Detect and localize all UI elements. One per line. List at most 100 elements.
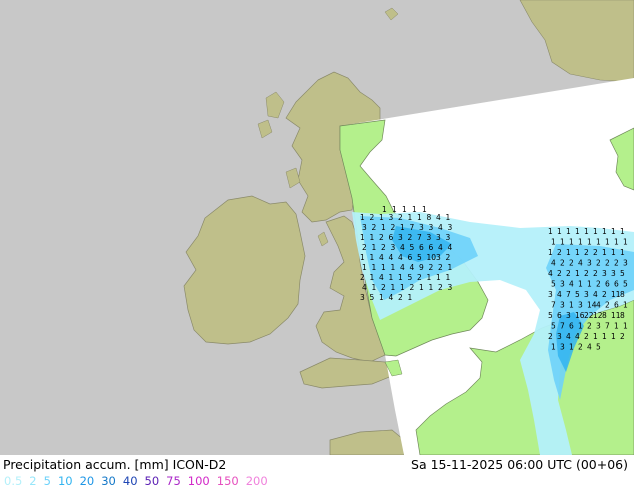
precip-value-label: 4: [557, 290, 562, 299]
precip-value-label: 1: [551, 343, 556, 352]
precip-value-label: 3: [584, 290, 589, 299]
precip-value-label: 3: [602, 269, 607, 278]
precip-value-label: 8: [620, 311, 625, 320]
precip-value-label: 2: [438, 263, 443, 272]
precip-value-label: 4: [400, 263, 405, 272]
precip-value-label: 4: [551, 259, 556, 268]
precip-value-label: 1: [602, 248, 607, 257]
precip-value-label: 2: [429, 263, 434, 272]
precip-value-label: 3: [560, 343, 565, 352]
color-legend: 0.5 2 5 10 20 30 40 50 75 100 150 200: [4, 474, 275, 488]
precipitation-map: 1 2 1 3 2 1 1 8 4 13 2 1 2 1 7 3 3 4 31 1 2 6 3 2 7 3 3 32 1 2 3 4 5 6 6 4 4…: [0, 0, 634, 455]
precip-value-label: 1: [372, 283, 377, 292]
precip-value-label: 1: [587, 280, 592, 289]
legend-item: 5: [43, 474, 51, 488]
precip-value-label: 7: [417, 233, 422, 242]
precip-value-label: 5: [575, 290, 580, 299]
precip-value-label: 2: [372, 223, 377, 232]
precip-value-label: 2: [584, 332, 589, 341]
precip-value-label: 1: [593, 227, 598, 236]
precip-value-label: 1: [623, 238, 628, 247]
precip-value-label: 1: [370, 233, 375, 242]
precip-value-label: 2: [391, 223, 396, 232]
precip-value-label: 1: [370, 273, 375, 282]
precip-value-label: 3: [398, 233, 403, 242]
precip-value-label: 2: [569, 259, 574, 268]
precip-value-label: 5: [623, 280, 628, 289]
precip-value-label: 9: [419, 263, 424, 272]
precip-value-label: 2: [398, 213, 403, 222]
precip-value-label: 1: [446, 273, 451, 282]
precip-value-label: 1: [389, 273, 394, 282]
precip-value-label: 3: [560, 301, 565, 310]
precip-value-label: 1: [569, 343, 574, 352]
precip-value-label: 2: [548, 332, 553, 341]
precip-value-label: 6: [569, 322, 574, 331]
precip-value-label: 8: [427, 213, 432, 222]
precip-value-label: 3: [389, 213, 394, 222]
precip-value-label: 3: [446, 233, 451, 242]
precip-value-label: 1: [611, 227, 616, 236]
precip-value-label: 6: [614, 301, 619, 310]
precip-value-label: 3: [557, 332, 562, 341]
legend-item: 100: [187, 474, 210, 488]
precip-value-label: 3: [419, 223, 424, 232]
precip-value-label: 3: [429, 223, 434, 232]
precip-value-label: 2: [362, 243, 367, 252]
precip-value-label: 1: [569, 301, 574, 310]
precip-value-label: 3: [436, 253, 441, 262]
precip-value-label: 1: [611, 332, 616, 341]
precip-value-label: 7: [410, 223, 415, 232]
precip-value-label: 1: [408, 213, 413, 222]
precip-value-label: 1: [593, 332, 598, 341]
precip-value-label: 2: [605, 259, 610, 268]
precip-value-label: 2: [620, 332, 625, 341]
precip-value-label: 6: [605, 280, 610, 289]
precip-value-label: 7: [551, 301, 556, 310]
precip-value-label: 3: [391, 243, 396, 252]
precip-value-label: 2: [410, 283, 415, 292]
legend-item: 10: [57, 474, 73, 488]
precip-value-label: 2: [408, 233, 413, 242]
precip-value-label: 2: [557, 269, 562, 278]
precip-value-label: 3: [362, 223, 367, 232]
precip-value-label: 1: [379, 213, 384, 222]
precip-value-label: 1: [448, 263, 453, 272]
precip-value-label: 5: [551, 280, 556, 289]
precip-value-label: 3: [611, 269, 616, 278]
legend-item: 75: [166, 474, 181, 488]
precip-value-label: 3: [596, 322, 601, 331]
precip-value-label: 4: [448, 243, 453, 252]
precip-value-label: 1: [398, 273, 403, 282]
precip-value-label: 4: [593, 290, 598, 299]
precip-value-label: 1: [623, 322, 628, 331]
precip-value-label: 1: [575, 248, 580, 257]
precip-value-label: 1: [602, 332, 607, 341]
precip-value-label: 1: [362, 263, 367, 272]
precip-value-label: 1: [400, 283, 405, 292]
precip-value-label: 3: [548, 290, 553, 299]
precip-value-label: 1: [402, 205, 407, 214]
precip-value-label: 4: [438, 243, 443, 252]
precip-value-label: 1: [578, 280, 583, 289]
precip-value-label: 1: [620, 227, 625, 236]
precip-value-label: 2: [560, 259, 565, 268]
precip-value-label: 5: [408, 273, 413, 282]
precip-value-label: 4: [379, 273, 384, 282]
precip-value-label: 3: [587, 259, 592, 268]
precip-value-label: 6: [557, 311, 562, 320]
precip-value-label: 4: [410, 263, 415, 272]
legend-item: 40: [122, 474, 138, 488]
precip-value-label: 4: [436, 213, 441, 222]
precip-value-label: 1: [560, 238, 565, 247]
precip-value-label: 2: [438, 283, 443, 292]
precip-value-label: 1: [605, 238, 610, 247]
legend-item: 150: [216, 474, 239, 488]
precip-value-label: 1: [548, 248, 553, 257]
precip-value-label: 2: [379, 233, 384, 242]
precip-value-label: 3: [360, 293, 365, 302]
precip-value-label: 10: [427, 253, 437, 262]
legend-item: 50: [144, 474, 160, 488]
precip-value-label: 1: [596, 238, 601, 247]
precip-value-label: 1: [569, 238, 574, 247]
